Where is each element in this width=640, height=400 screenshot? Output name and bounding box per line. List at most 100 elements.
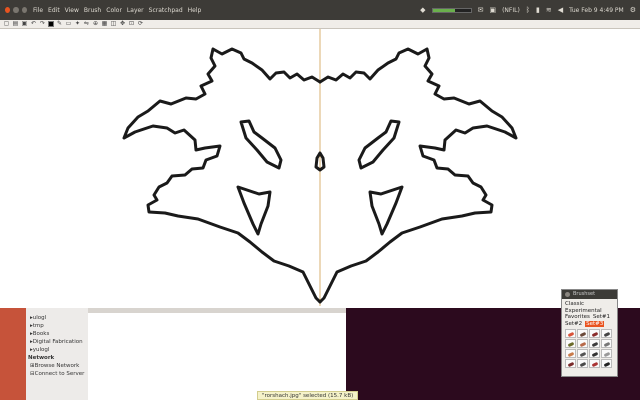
mail-icon[interactable]: ✉ [478, 6, 484, 14]
brush-preset-9[interactable] [565, 349, 576, 358]
activity-meter-fill [432, 8, 456, 12]
brush-preset-13[interactable] [565, 359, 576, 368]
open-icon[interactable]: ▤ [12, 21, 19, 27]
brush-preset-12[interactable] [601, 349, 612, 358]
brush-panel-title: Brushset [573, 291, 596, 297]
launcher-strip [0, 308, 26, 400]
menu-edit[interactable]: Edit [48, 7, 60, 14]
brush-group-set3[interactable]: Set#3 [585, 320, 605, 327]
menu-brush[interactable]: Brush [84, 7, 101, 14]
sidebar-item-label: ulogl [32, 315, 47, 321]
sidebar-item-label: Books [32, 331, 50, 337]
sidebar-item-label: Digital Fabrication [32, 339, 83, 345]
sidebar-item-tmp[interactable]: ▸tmp [26, 322, 88, 330]
volume-icon[interactable]: ◀ [558, 6, 563, 14]
brush-stroke-preview [603, 361, 611, 367]
sidebar-item-yulogl[interactable]: ▸yulogl [26, 346, 88, 354]
brush-preset-1[interactable] [565, 329, 576, 338]
brush-stroke-preview [591, 361, 599, 367]
wifi-icon[interactable]: ≋ [546, 6, 552, 14]
redo-icon[interactable]: ↷ [39, 21, 46, 27]
menubar: File Edit View Brush Color Layer Scratch… [33, 7, 201, 14]
power-icon[interactable]: ⚙ [630, 6, 636, 14]
menu-file[interactable]: File [33, 7, 43, 14]
brush-stroke-preview [567, 331, 575, 337]
sidebar-item-label: yulogl [32, 347, 50, 353]
drawing-canvas[interactable] [0, 29, 640, 308]
rorschach-drawing [122, 29, 518, 306]
close-icon[interactable] [565, 292, 570, 297]
fit-icon[interactable]: ⊡ [128, 21, 135, 27]
brush-preset-10[interactable] [577, 349, 588, 358]
brush-preset-3[interactable] [589, 329, 600, 338]
sidebar-item-digital-fabrication[interactable]: ▸Digital Fabrication [26, 338, 88, 346]
brush-stroke-preview [579, 361, 587, 367]
zoom-icon[interactable]: ⊕ [92, 21, 99, 27]
maximize-window-button[interactable] [21, 7, 27, 13]
chat-icon[interactable]: ▣ [489, 6, 496, 14]
brush-stroke-preview [567, 361, 575, 367]
brush-stroke-preview [591, 331, 599, 337]
system-tray: ◆ ✉ ▣ (NFIL) ᛒ ▮ ≋ ◀ Tue Feb 9 4:49 PM ⚙ [420, 0, 636, 20]
brush-preset-4[interactable] [601, 329, 612, 338]
file-list[interactable] [88, 308, 346, 400]
keyboard-indicator[interactable]: (NFIL) [502, 7, 520, 14]
battery-icon[interactable]: ▮ [536, 6, 540, 14]
sidebar-item-connect-server[interactable]: ⊟Connect to Server [26, 370, 88, 378]
pick-icon[interactable]: ✦ [74, 21, 81, 27]
sidebar-item-label: tmp [32, 323, 44, 329]
brush-preset-2[interactable] [577, 329, 588, 338]
brush-stroke-preview [603, 341, 611, 347]
layer-icon[interactable]: ◫ [110, 21, 117, 27]
save-icon[interactable]: ▣ [21, 21, 28, 27]
menu-layer[interactable]: Layer [127, 7, 144, 14]
brush-preset-14[interactable] [577, 359, 588, 368]
brush-stroke-preview [579, 341, 587, 347]
brush-stroke-preview [603, 331, 611, 337]
brush-preset-7[interactable] [589, 339, 600, 348]
selection-status: "rorshach.jpg" selected (15.7 kB) [257, 391, 359, 400]
eraser-icon[interactable]: ▭ [65, 21, 72, 27]
brush-stroke-preview [591, 351, 599, 357]
move-icon[interactable]: ✥ [119, 21, 126, 27]
minimize-window-button[interactable] [13, 7, 19, 13]
file-manager-sidebar: ▸ulogl ▸tmp ▸Books ▸Digital Fabrication … [26, 308, 88, 400]
undo-icon[interactable]: ↶ [30, 21, 37, 27]
brush-preset-6[interactable] [577, 339, 588, 348]
brush-grid [562, 327, 617, 370]
dropbox-icon[interactable]: ◆ [420, 6, 425, 14]
menu-scratchpad[interactable]: Scratchpad [149, 7, 183, 14]
brush-preset-5[interactable] [565, 339, 576, 348]
brush-preset-15[interactable] [589, 359, 600, 368]
sidebar-item-ulogl[interactable]: ▸ulogl [26, 314, 88, 322]
brush-group-set1[interactable]: Set#1 [593, 314, 610, 320]
top-panel: File Edit View Brush Color Layer Scratch… [0, 0, 640, 20]
brush-panel-titlebar[interactable]: Brushset [562, 290, 617, 299]
brush-preset-8[interactable] [601, 339, 612, 348]
menu-view[interactable]: View [65, 7, 79, 14]
color-swatch[interactable] [48, 21, 54, 27]
mirror-icon[interactable]: ⇋ [83, 21, 90, 27]
grid-icon[interactable]: ▦ [101, 21, 108, 27]
bluetooth-icon[interactable]: ᛒ [526, 6, 530, 14]
sidebar-item-browse-network[interactable]: ⊞Browse Network [26, 362, 88, 370]
new-icon[interactable]: ▢ [3, 21, 10, 27]
brush-group-favorites[interactable]: Favorites [565, 314, 590, 320]
menu-color[interactable]: Color [106, 7, 122, 14]
brush-group-set2[interactable]: Set#2 [565, 321, 582, 327]
rotate-icon[interactable]: ⟳ [137, 21, 144, 27]
sidebar-item-books[interactable]: ▸Books [26, 330, 88, 338]
brush-group-classic[interactable]: Classic [565, 301, 584, 307]
brush-preset-11[interactable] [589, 349, 600, 358]
brush-stroke-preview [579, 331, 587, 337]
sidebar-network-heading: Network [28, 355, 55, 361]
brush-selector-panel: Brushset Classic Experimental Favorites S… [561, 289, 618, 377]
brush-preset-16[interactable] [601, 359, 612, 368]
clock[interactable]: Tue Feb 9 4:49 PM [569, 7, 624, 14]
close-window-button[interactable] [5, 7, 11, 13]
brush-group-experimental[interactable]: Experimental [565, 308, 602, 314]
brush-icon[interactable]: ✎ [56, 21, 63, 27]
brush-stroke-preview [579, 351, 587, 357]
sidebar-item-label: Browse Network [34, 363, 80, 369]
menu-help[interactable]: Help [188, 7, 202, 14]
